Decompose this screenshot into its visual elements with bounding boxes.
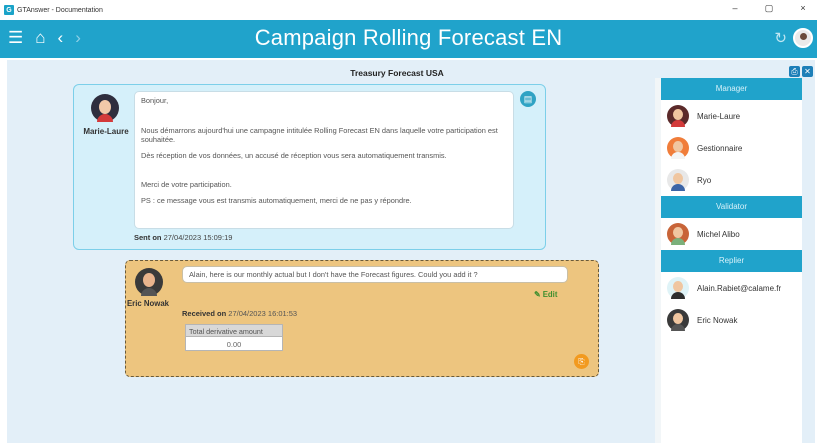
message-body: Bonjour, Nous démarrons aujourd'hui une … xyxy=(134,91,514,229)
edit-button[interactable]: ✎ Edit xyxy=(534,290,557,299)
avatar xyxy=(667,309,689,331)
refresh-icon[interactable]: ↻ xyxy=(774,29,787,47)
edit-label: Edit xyxy=(542,290,558,299)
print-icon[interactable]: ⎙ xyxy=(789,66,800,77)
participant-name: Marie-Laure xyxy=(697,111,741,121)
sent-label: Sent on xyxy=(134,233,162,242)
avatar xyxy=(667,277,689,299)
received-timestamp: Received on 27/04/2023 16:01:53 xyxy=(182,309,297,318)
user-avatar[interactable] xyxy=(793,28,813,48)
close-panel-icon[interactable]: ✕ xyxy=(802,66,813,77)
panel-title: Treasury Forecast USA xyxy=(350,68,444,78)
participant-item[interactable]: Eric Nowak xyxy=(661,304,802,336)
avatar xyxy=(667,105,689,127)
avatar-eric-nowak xyxy=(135,268,163,296)
participant-name: Ryo xyxy=(697,175,712,185)
pencil-icon: ✎ xyxy=(534,290,541,299)
reply-sender: Eric Nowak xyxy=(126,299,170,308)
message-paragraph: Merci de votre participation. xyxy=(141,180,232,189)
participant-item[interactable]: Marie-Laure xyxy=(661,100,802,132)
page-title: Campaign Rolling Forecast EN xyxy=(254,25,563,50)
message-card-reply: Eric Nowak Alain, here is our monthly ac… xyxy=(125,260,599,377)
participant-name: Gestionnaire xyxy=(697,143,743,153)
participant-item[interactable]: Alain.Rabiet@calame.fr xyxy=(661,272,802,304)
participant-item[interactable]: Gestionnaire xyxy=(661,132,802,164)
minimize-button[interactable]: – xyxy=(729,3,741,14)
role-header-manager: Manager xyxy=(661,78,802,100)
participants-sidebar: Manager Marie-Laure Gestionnaire Ryo Val… xyxy=(661,78,802,443)
role-header-replier: Replier xyxy=(661,250,802,272)
window-controls: – ▢ × xyxy=(729,3,809,14)
received-date: 27/04/2023 16:01:53 xyxy=(228,309,298,318)
panel-tools: ⎙ ✕ xyxy=(789,66,813,77)
avatar xyxy=(667,169,689,191)
avatar-marie-laure xyxy=(91,94,119,122)
app-logo-icon: G xyxy=(4,5,14,15)
participant-item[interactable]: Michel Alibo xyxy=(661,218,802,250)
maximize-button[interactable]: ▢ xyxy=(763,3,775,14)
message-sender: Marie-Laure xyxy=(83,127,129,136)
document-icon[interactable]: ▤ xyxy=(520,91,536,107)
received-label: Received on xyxy=(182,309,227,318)
sent-timestamp: Sent on 27/04/2023 15:09:19 xyxy=(134,233,232,242)
participant-name: Eric Nowak xyxy=(697,315,738,325)
sent-date: 27/04/2023 15:09:19 xyxy=(163,233,233,242)
participant-item[interactable]: Ryo xyxy=(661,164,802,196)
close-window-button[interactable]: × xyxy=(797,3,809,14)
reply-body: Alain, here is our monthly actual but I … xyxy=(182,266,568,283)
left-strip xyxy=(0,60,7,443)
window-title: GTAnswer - Documentation xyxy=(17,6,103,14)
app-header: ☰ ⌂ ‹ › Campaign Rolling Forecast EN ↻ xyxy=(0,20,817,58)
save-icon[interactable]: ⎘ xyxy=(574,354,589,369)
field-value[interactable]: 0.00 xyxy=(185,337,283,351)
participant-name: Alain.Rabiet@calame.fr xyxy=(697,283,782,293)
avatar xyxy=(667,223,689,245)
message-paragraph: PS : ce message vous est transmis automa… xyxy=(141,195,412,205)
message-card-initial: Marie-Laure Bonjour, Nous démarrons aujo… xyxy=(73,84,546,250)
message-paragraph: Dès réception de vos données, un accusé … xyxy=(141,150,447,160)
window-titlebar: G GTAnswer - Documentation – ▢ × xyxy=(0,0,817,20)
participant-name: Michel Alibo xyxy=(697,229,740,239)
avatar xyxy=(667,137,689,159)
message-paragraph: Bonjour, xyxy=(141,96,169,105)
role-header-validator: Validator xyxy=(661,196,802,218)
total-derivative-field: Total derivative amount 0.00 xyxy=(185,324,283,351)
message-paragraph: Nous démarrons aujourd'hui une campagne … xyxy=(141,125,498,145)
field-label: Total derivative amount xyxy=(185,324,283,337)
